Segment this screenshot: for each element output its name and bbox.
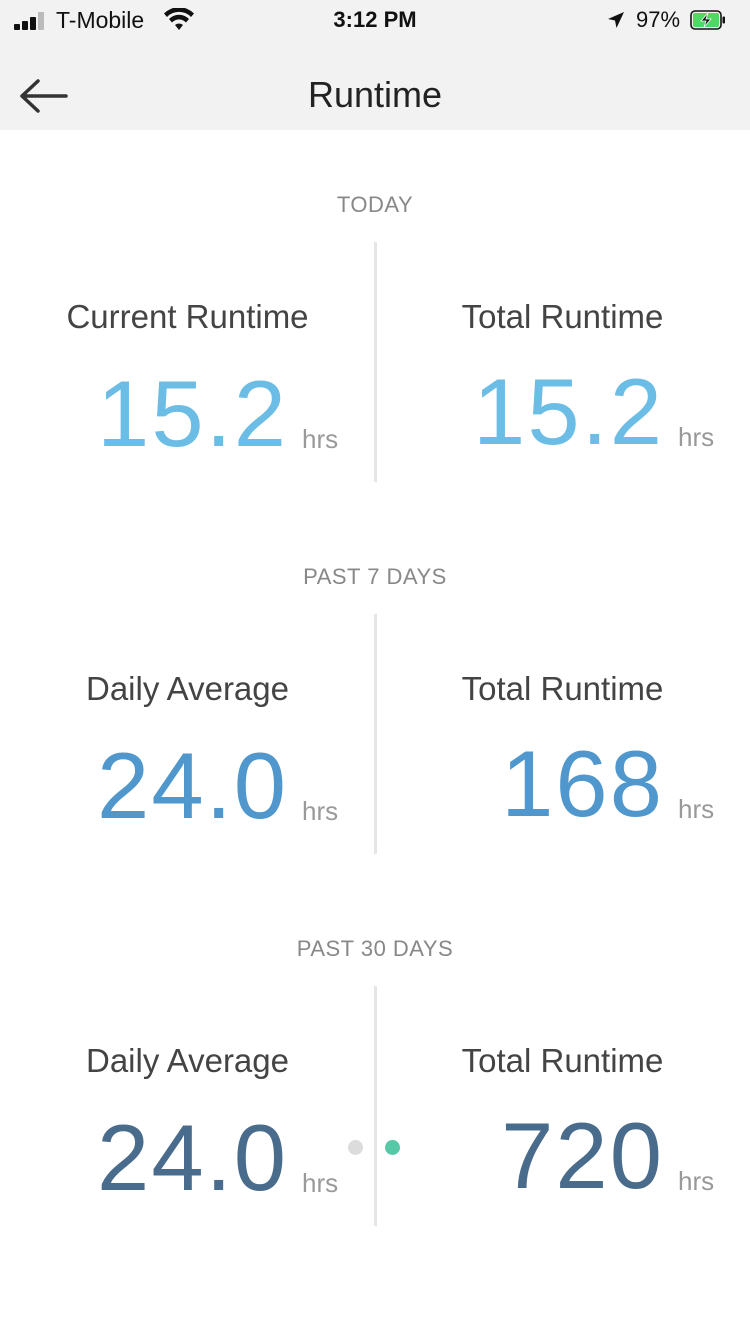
- stat-value-total-runtime: 168: [501, 731, 664, 836]
- section-label-past-7-days: PAST 7 DAYS: [303, 564, 447, 589]
- navigation-bar: Runtime: [0, 40, 750, 130]
- section-divider: [374, 986, 377, 1226]
- stat-unit: hrs: [678, 422, 715, 452]
- stat-value-current-runtime: 15.2: [97, 361, 288, 466]
- stat-label-daily-average: Daily Average: [85, 1042, 289, 1079]
- section-divider: [374, 614, 377, 854]
- battery-charging-icon: [690, 10, 725, 30]
- section-label-past-30-days: PAST 30 DAYS: [296, 936, 454, 961]
- stat-unit: hrs: [302, 1168, 339, 1198]
- location-arrow-icon: [608, 12, 624, 28]
- stat-value-daily-average: 24.0: [97, 733, 288, 838]
- stat-label-total-runtime: Total Runtime: [461, 1042, 664, 1079]
- battery-percent: 97%: [636, 7, 681, 32]
- stat-label-current-runtime: Current Runtime: [66, 298, 309, 335]
- stat-unit: hrs: [678, 1166, 715, 1196]
- stat-unit: hrs: [302, 424, 339, 454]
- page-dot-inactive[interactable]: [348, 1140, 363, 1155]
- stat-value-total-runtime: 15.2: [473, 359, 664, 464]
- page-title: Runtime: [307, 74, 443, 115]
- page-dot-active[interactable]: [385, 1140, 400, 1155]
- stat-value-total-runtime: 720: [501, 1103, 664, 1208]
- top-bar: T-Mobile 3:12 PM 97% Runtime: [0, 0, 750, 130]
- section-label-today: TODAY: [336, 192, 414, 217]
- stat-label-total-runtime: Total Runtime: [461, 670, 664, 707]
- stat-label-daily-average: Daily Average: [85, 670, 289, 707]
- stat-unit: hrs: [678, 794, 715, 824]
- section-divider: [374, 242, 377, 482]
- stat-label-total-runtime: Total Runtime: [461, 298, 664, 335]
- status-bar: T-Mobile 3:12 PM 97%: [0, 0, 750, 40]
- stat-value-daily-average: 24.0: [97, 1105, 288, 1210]
- stat-unit: hrs: [302, 796, 339, 826]
